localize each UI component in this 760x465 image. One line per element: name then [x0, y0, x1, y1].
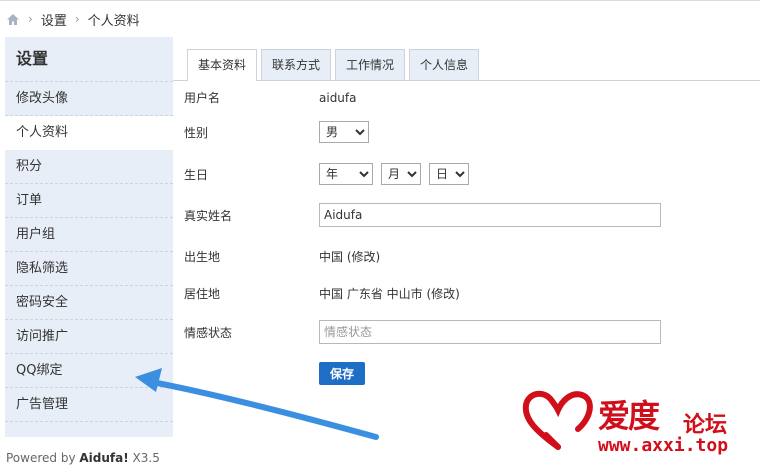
relationship-label: 情感状态 — [184, 325, 233, 340]
birthday-row: 生日 年 月 日 — [184, 163, 477, 185]
sidebar-item-password[interactable]: 密码安全 — [5, 286, 173, 320]
relationship-input[interactable] — [319, 320, 661, 344]
realname-input[interactable] — [319, 203, 661, 227]
watermark-name: 爱度 — [598, 397, 660, 435]
watermark-url: www.axxi.top — [598, 435, 729, 456]
birth-month-select[interactable]: 月 — [381, 163, 421, 185]
relationship-row: 情感状态 — [184, 320, 661, 344]
footer-brand[interactable]: Aidufa! — [79, 451, 128, 465]
tab-work[interactable]: 工作情况 — [335, 49, 406, 80]
sidebar-item-privacy[interactable]: 隐私筛选 — [5, 252, 173, 286]
gender-row: 性别 男 — [184, 121, 377, 143]
sidebar-item-qq-binding[interactable]: QQ绑定 — [5, 354, 173, 388]
tab-contact[interactable]: 联系方式 — [261, 49, 332, 80]
sidebar-item-promotion[interactable]: 访问推广 — [5, 320, 173, 354]
save-button[interactable]: 保存 — [319, 362, 365, 385]
breadcrumb: › 设置 › 个人资料 — [6, 9, 140, 29]
birthplace-label: 出生地 — [184, 250, 221, 264]
sidebar-item-credits[interactable]: 积分 — [5, 150, 173, 184]
gender-label: 性别 — [184, 125, 209, 140]
sidebar-item-usergroup[interactable]: 用户组 — [5, 218, 173, 252]
site-watermark: 爱度 论坛 www.axxi.top — [518, 385, 758, 457]
sidebar-title: 设置 — [5, 37, 173, 82]
gender-select[interactable]: 男 — [319, 121, 369, 143]
sidebar-item-orders[interactable]: 订单 — [5, 184, 173, 218]
settings-sidebar: 设置 修改头像 个人资料 积分 订单 用户组 隐私筛选 密码安全 访问推广 QQ… — [5, 37, 173, 437]
username-label: 用户名 — [184, 91, 221, 105]
footer-prefix: Powered by — [6, 451, 80, 465]
tab-underline — [173, 80, 760, 81]
birthday-label: 生日 — [184, 167, 209, 182]
birth-day-select[interactable]: 日 — [429, 163, 469, 185]
footer-version: X3.5 — [128, 451, 160, 465]
birth-year-select[interactable]: 年 — [319, 163, 373, 185]
breadcrumb-current: 个人资料 — [87, 13, 140, 29]
sidebar-item-avatar[interactable]: 修改头像 — [5, 82, 173, 116]
breadcrumb-separator: › — [28, 12, 33, 26]
birthplace-value[interactable]: 中国 (修改) — [319, 248, 380, 265]
username-value: aidufa — [319, 90, 357, 105]
realname-label: 真实姓名 — [184, 208, 233, 223]
tab-personal-info[interactable]: 个人信息 — [409, 49, 480, 80]
breadcrumb-settings[interactable]: 设置 — [41, 10, 67, 29]
realname-row: 真实姓名 — [184, 203, 661, 227]
residence-label: 居住地 — [184, 287, 221, 301]
profile-panel: 基本资料 联系方式 工作情况 个人信息 用户名 aidufa 性别 男 生日 年… — [173, 37, 760, 437]
sidebar-item-ads[interactable]: 广告管理 — [5, 388, 173, 422]
heart-logo-icon — [522, 390, 593, 450]
sidebar-item-profile[interactable]: 个人资料 — [5, 116, 173, 150]
top-border — [0, 0, 760, 1]
tab-basic-info[interactable]: 基本资料 — [187, 49, 258, 81]
residence-row: 居住地 中国 广东省 中山市 (修改) — [184, 285, 460, 302]
home-icon[interactable] — [6, 13, 20, 26]
residence-value[interactable]: 中国 广东省 中山市 (修改) — [319, 285, 460, 302]
breadcrumb-separator: › — [74, 12, 80, 26]
profile-tabs: 基本资料 联系方式 工作情况 个人信息 — [187, 49, 483, 81]
username-row: 用户名 aidufa — [184, 89, 357, 106]
birthplace-row: 出生地 中国 (修改) — [184, 248, 380, 265]
footer: Powered by Aidufa! X3.5 — [6, 451, 160, 465]
